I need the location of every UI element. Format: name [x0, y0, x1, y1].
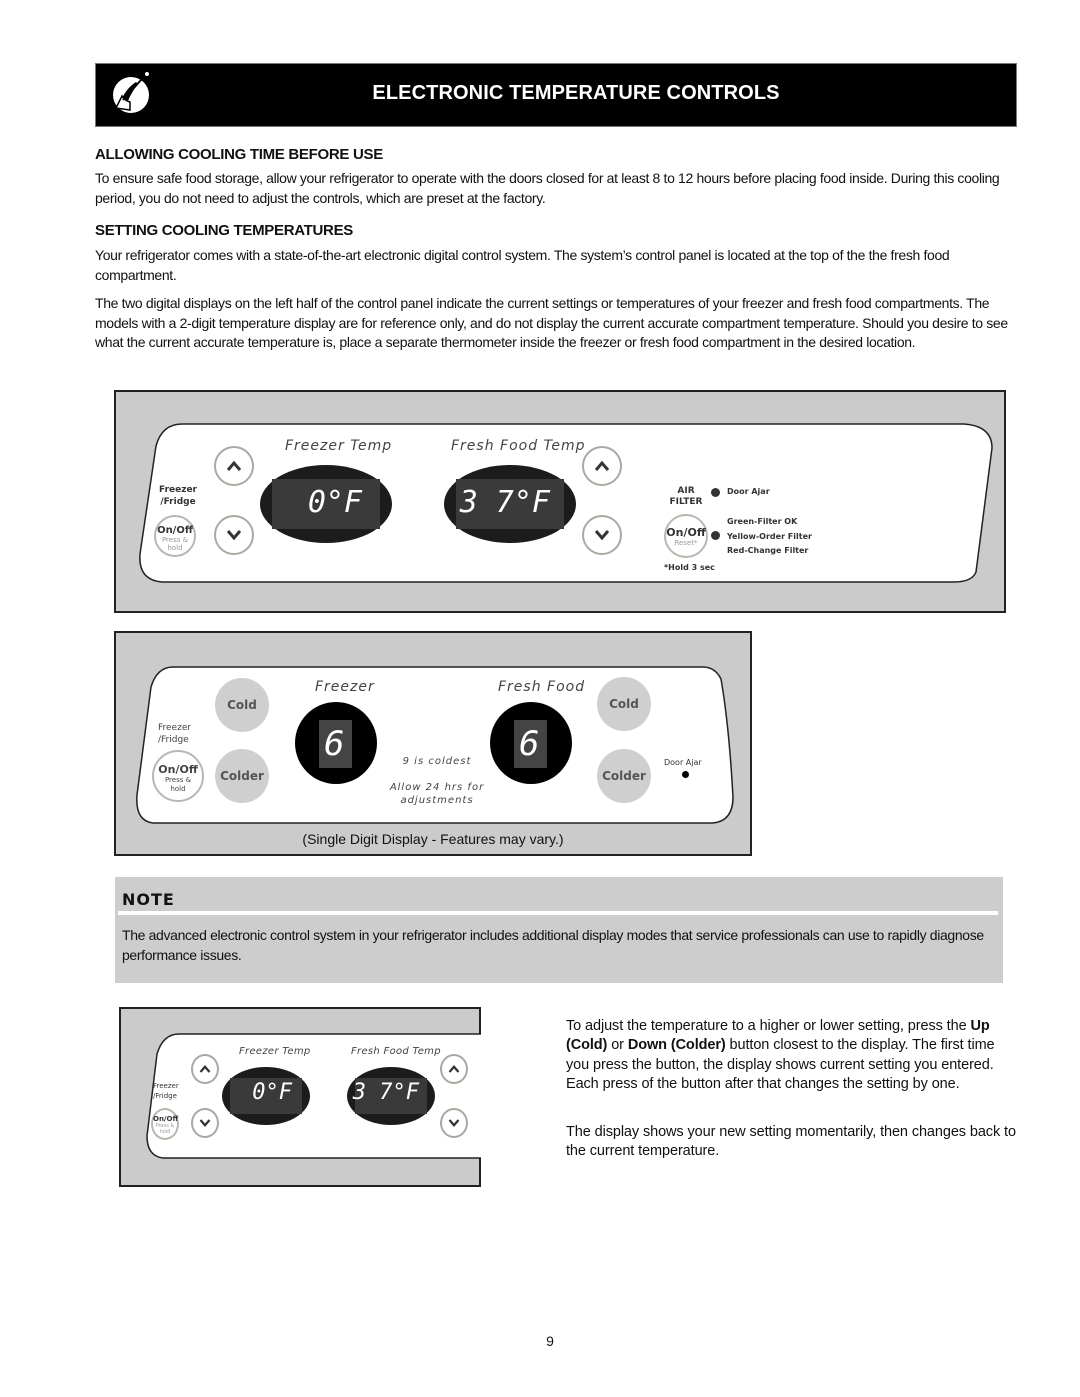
- adjust-paragraph: The display shows your new setting momen…: [566, 1124, 1016, 1160]
- freezer-colder-button[interactable]: Colder: [215, 749, 269, 803]
- fresh-food-colder-button[interactable]: Colder: [597, 749, 651, 803]
- note-text: The advanced electronic control system i…: [122, 927, 984, 963]
- door-ajar-label: Door Ajar: [664, 758, 702, 767]
- filter-status-item: Red-Change Filter: [727, 546, 809, 555]
- freezer-display: 0°F: [222, 1067, 310, 1125]
- fresh-food-up-button[interactable]: [440, 1054, 468, 1084]
- chevron-down-icon: [594, 530, 610, 541]
- filter-status-indicator: [711, 531, 720, 540]
- filter-status-item: Green-Filter OK: [727, 517, 798, 526]
- freezer-fridge-label: Freezer /Fridge: [153, 1081, 179, 1101]
- fresh-food-display: 3 7°F: [347, 1067, 435, 1125]
- hand-dial-icon: [108, 70, 154, 116]
- on-off-button[interactable]: On/Off Press & hold: [151, 1108, 179, 1140]
- on-off-label: On/Off: [153, 1115, 179, 1123]
- adjust-paragraph: To adjust the temperature to a higher or…: [566, 1017, 1021, 1094]
- freezer-display: 0°F: [260, 465, 392, 543]
- panel-caption: (Single Digit Display - Features may var…: [302, 831, 564, 847]
- filter-status-list: Green-Filter OK Yellow-Order Filter Red-…: [727, 515, 812, 559]
- air-filter-reset-button[interactable]: On/Off Reset*: [664, 514, 708, 558]
- freezer-fridge-label: Freezer /Fridge: [158, 722, 198, 746]
- text-run: or: [607, 1037, 628, 1054]
- door-ajar-indicator: [711, 488, 720, 497]
- down-colder-emphasis: Down (Colder): [627, 1037, 726, 1054]
- freezer-digit-display: 6: [295, 702, 377, 784]
- on-off-sub: hold: [159, 1129, 171, 1135]
- on-off-sub: hold: [170, 785, 186, 793]
- paragraph: To ensure safe food storage, allow your …: [95, 170, 1000, 206]
- section-header-bar: ELECTRONIC TEMPERATURE CONTROLS: [95, 63, 1017, 127]
- note-title: NOTE: [122, 890, 175, 909]
- control-panel-single-digit: [114, 631, 752, 856]
- chevron-down-icon: [448, 1119, 460, 1127]
- label-line: /Fridge: [158, 735, 189, 745]
- section-heading: ALLOWING COOLING TIME BEFORE USE: [95, 146, 383, 163]
- chevron-up-icon: [594, 460, 610, 471]
- fresh-food-digit: 6: [519, 724, 540, 764]
- allow-note: Allow 24 hrs for adjustments: [380, 781, 494, 807]
- freezer-temp-title: Freezer Temp: [285, 438, 393, 454]
- fresh-food-up-button[interactable]: [582, 446, 622, 486]
- on-off-button[interactable]: On/Off Press & hold: [154, 515, 196, 557]
- paragraph: The two digital displays on the left hal…: [95, 295, 1008, 350]
- on-off-label: On/Off: [158, 763, 198, 776]
- chevron-up-icon: [448, 1065, 460, 1073]
- fresh-food-temp-title: Fresh Food Temp: [451, 438, 586, 454]
- fresh-food-temp-value: 3 7°F: [459, 485, 550, 520]
- section-heading: SETTING COOLING TEMPERATURES: [95, 222, 353, 239]
- fresh-food-temp-value: 3 7°F: [352, 1080, 419, 1105]
- freezer-title: Freezer: [315, 679, 375, 695]
- label-line: Freezer: [159, 485, 197, 495]
- freezer-up-button[interactable]: [214, 446, 254, 486]
- reset-label: Reset*: [674, 539, 698, 547]
- hold-note: *Hold 3 sec: [664, 563, 715, 572]
- on-off-button[interactable]: On/Off Press & hold: [152, 750, 204, 802]
- note-line: adjustments: [400, 795, 474, 806]
- freezer-down-button[interactable]: [214, 515, 254, 555]
- air-filter-label: AIR FILTER: [664, 486, 708, 508]
- door-ajar-label: Door Ajar: [727, 487, 770, 496]
- freezer-temp-value: 0°F: [307, 485, 362, 520]
- note-line: Allow 24 hrs for: [389, 782, 485, 793]
- fresh-food-down-button[interactable]: [582, 515, 622, 555]
- label-line: /Fridge: [153, 1092, 177, 1100]
- on-off-label: On/Off: [157, 525, 193, 536]
- fresh-food-temp-title: Fresh Food Temp: [351, 1046, 441, 1057]
- on-off-sub: Press &: [164, 776, 192, 784]
- freezer-up-button[interactable]: [191, 1054, 219, 1084]
- page-title: ELECTRONIC TEMPERATURE CONTROLS: [372, 82, 780, 104]
- on-off-label: On/Off: [666, 526, 706, 539]
- chevron-up-icon: [226, 460, 242, 471]
- label-line: /Fridge: [160, 497, 196, 507]
- freezer-temp-title: Freezer Temp: [239, 1046, 311, 1057]
- filter-status-item: Yellow-Order Filter: [727, 531, 812, 541]
- label-line: FILTER: [669, 497, 703, 507]
- on-off-sub: hold: [167, 544, 183, 552]
- door-ajar-indicator: [682, 771, 689, 778]
- freezer-down-button[interactable]: [191, 1108, 219, 1138]
- chevron-down-icon: [226, 530, 242, 541]
- label-line: Freezer: [153, 1082, 179, 1090]
- note-divider: [118, 911, 998, 915]
- paragraph: Your refrigerator comes with a state-of-…: [95, 247, 950, 283]
- fresh-food-title: Fresh Food: [498, 679, 586, 695]
- page-number: 9: [546, 1333, 554, 1349]
- freezer-digit: 6: [324, 724, 345, 764]
- freezer-cold-button[interactable]: Cold: [215, 678, 269, 732]
- freezer-temp-value: 0°F: [252, 1080, 292, 1105]
- coldest-note: 9 is coldest: [402, 756, 472, 767]
- chevron-up-icon: [199, 1065, 211, 1073]
- text-run: To adjust the temperature to a higher or…: [566, 1018, 971, 1034]
- chevron-down-icon: [199, 1119, 211, 1127]
- fresh-food-display: 3 7°F: [444, 465, 576, 543]
- freezer-fridge-label: Freezer /Fridge: [158, 484, 198, 508]
- label-line: Freezer: [158, 723, 192, 733]
- fresh-food-down-button[interactable]: [440, 1108, 468, 1138]
- fresh-food-digit-display: 6: [490, 702, 572, 784]
- on-off-sub: Press &: [161, 536, 189, 544]
- label-line: AIR: [677, 486, 695, 496]
- fresh-food-cold-button[interactable]: Cold: [597, 677, 651, 731]
